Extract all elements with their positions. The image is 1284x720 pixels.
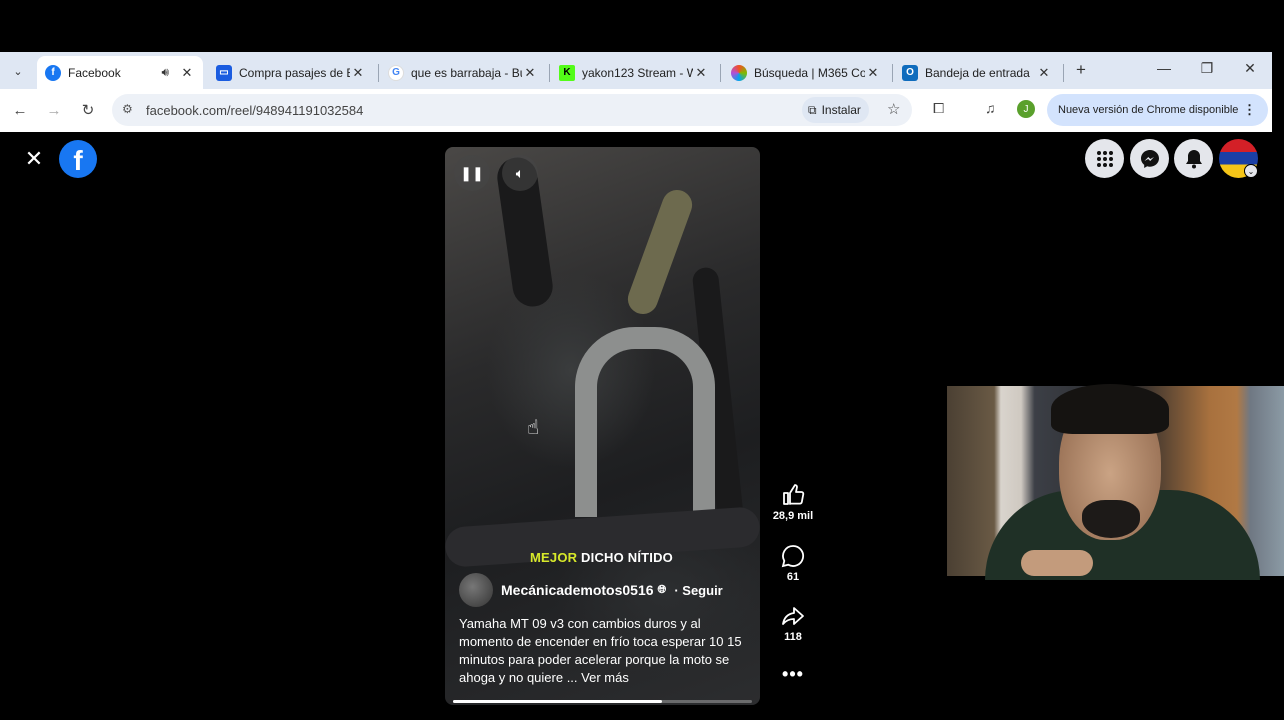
speaker-icon[interactable]: 🔊︎ xyxy=(161,65,169,80)
pause-icon[interactable]: ❚❚ xyxy=(454,155,490,191)
address-bar[interactable]: ⚙︎ facebook.com/reel/948941191032584 ⧉ I… xyxy=(112,94,912,126)
tab-separator xyxy=(892,64,893,82)
new-tab-plus-icon[interactable]: + xyxy=(1071,60,1091,80)
chrome-update-button[interactable]: Nueva versión de Chrome disponible ⋮ xyxy=(1047,94,1268,126)
facebook-logo-icon[interactable]: f xyxy=(59,140,97,178)
tab-title: Bandeja de entrada xyxy=(925,65,1030,80)
tab-close-icon[interactable]: ✕ xyxy=(350,65,366,81)
minimize-icon[interactable]: — xyxy=(1154,60,1174,76)
notifications-bell-icon[interactable] xyxy=(1174,139,1213,178)
screen-top-border xyxy=(0,0,1284,52)
media-controls-icon[interactable]: ♫ xyxy=(985,100,996,116)
see-more-link[interactable]: Ver más xyxy=(581,670,629,685)
bus-favicon-icon: ▭ xyxy=(216,64,232,81)
video-progress-fill xyxy=(453,700,663,703)
restore-icon[interactable]: ❐ xyxy=(1197,60,1217,77)
author-name[interactable]: Mecánicademotos0516 xyxy=(501,582,654,598)
kebab-menu-icon[interactable]: ⋮ xyxy=(1243,102,1256,118)
comment-button[interactable]: 61 xyxy=(766,543,820,583)
public-globe-icon: 🌐︎ xyxy=(657,583,667,596)
site-settings-icon[interactable]: ⚙︎ xyxy=(122,102,133,116)
window-close-icon[interactable]: ✕ xyxy=(1240,60,1260,77)
tab-m365-copilot[interactable]: Búsqueda | M365 Co ✕ xyxy=(723,56,889,89)
tab-google-search[interactable]: G que es barrabaja - Bu ✕ xyxy=(380,56,546,89)
share-button[interactable]: 118 xyxy=(766,603,820,643)
tab-separator xyxy=(720,64,721,82)
install-icon: ⧉ xyxy=(808,102,817,117)
tab-close-icon[interactable]: ✕ xyxy=(865,65,881,81)
like-button[interactable]: 28,9 mil xyxy=(766,482,820,522)
profile-avatar[interactable]: J xyxy=(1017,100,1035,118)
video-scene xyxy=(575,327,715,517)
reel-author: Mecánicademotos0516 🌐︎ · Seguir xyxy=(459,572,723,608)
tab-kick-stream[interactable]: K yakon123 Stream - W ✕ xyxy=(551,56,717,89)
webcam-person xyxy=(1082,500,1140,538)
tab-search-chevron-icon[interactable]: ⌄ xyxy=(8,61,28,81)
tab-close-icon[interactable]: ✕ xyxy=(522,65,538,81)
like-count: 28,9 mil xyxy=(772,510,814,522)
webcam-person xyxy=(1051,384,1169,434)
install-label: Instalar xyxy=(821,103,861,117)
tab-facebook[interactable]: f Facebook 🔊︎ ✕ xyxy=(37,56,203,89)
tab-separator xyxy=(378,64,379,82)
tab-title: Búsqueda | M365 Co xyxy=(754,65,865,80)
tab-title: Compra pasajes de B xyxy=(239,65,350,80)
comment-bubble-icon xyxy=(781,545,805,568)
thumbs-up-icon xyxy=(783,484,805,505)
hand-cursor-icon: ☝︎ xyxy=(527,417,540,439)
account-chevron-icon[interactable]: ⌄ xyxy=(1244,164,1258,178)
back-arrow-icon[interactable]: ← xyxy=(9,99,31,121)
update-label: Nueva versión de Chrome disponible xyxy=(1058,104,1239,116)
tab-separator xyxy=(549,64,550,82)
url-text[interactable]: facebook.com/reel/948941191032584 xyxy=(146,103,363,118)
menu-grid-icon[interactable] xyxy=(1085,139,1124,178)
comment-count: 61 xyxy=(786,571,800,583)
browser-toolbar: ← → ↻ ⚙︎ facebook.com/reel/9489411910325… xyxy=(0,89,1272,132)
tab-separator xyxy=(1063,64,1064,82)
google-favicon-icon: G xyxy=(388,64,404,81)
tab-outlook-inbox[interactable]: O Bandeja de entrada ✕ xyxy=(894,56,1060,89)
tab-strip: ⌄ f Facebook 🔊︎ ✕ ▭ Compra pasajes de B … xyxy=(0,52,1272,89)
kick-favicon-icon: K xyxy=(559,64,575,81)
share-count: 118 xyxy=(784,631,802,643)
browser-chrome: ⌄ f Facebook 🔊︎ ✕ ▭ Compra pasajes de B … xyxy=(0,52,1272,132)
forward-arrow-icon[interactable]: → xyxy=(43,99,65,121)
facebook-favicon-icon: f xyxy=(45,64,61,81)
messenger-icon[interactable] xyxy=(1130,139,1169,178)
reel-description: Yamaha MT 09 v3 con cambios duros y al m… xyxy=(459,615,749,687)
webcam-person xyxy=(1021,550,1093,576)
reel-overlay-caption: MEJOR DICHO NÍTIDO xyxy=(530,550,673,565)
close-reel-icon[interactable]: ✕ xyxy=(22,146,46,171)
reel-video[interactable]: ❚❚ 🔈︎ MEJOR DICHO NÍTIDO Mecánicademotos… xyxy=(445,147,760,705)
grid-dots-icon xyxy=(1096,150,1113,167)
bookmark-star-icon[interactable]: ☆ xyxy=(887,100,900,118)
extensions-puzzle-icon[interactable]: ⧠ xyxy=(933,100,944,117)
author-avatar[interactable] xyxy=(459,573,493,607)
tab-title: Facebook xyxy=(68,65,121,80)
bell-icon xyxy=(1185,149,1202,168)
tab-compra-pasajes[interactable]: ▭ Compra pasajes de B ✕ xyxy=(208,56,374,89)
volume-icon[interactable]: 🔈︎ xyxy=(502,155,538,191)
share-arrow-icon xyxy=(782,607,804,625)
install-app-button[interactable]: ⧉ Instalar xyxy=(802,97,869,123)
reload-icon[interactable]: ↻ xyxy=(77,99,99,121)
video-progress-bar[interactable] xyxy=(453,700,752,703)
more-options-icon[interactable]: ••• xyxy=(766,664,820,685)
follow-button[interactable]: · Seguir xyxy=(674,583,722,598)
outlook-favicon-icon: O xyxy=(902,64,918,81)
tab-close-icon[interactable]: ✕ xyxy=(693,65,709,81)
video-scene xyxy=(623,185,697,319)
tab-close-icon[interactable]: ✕ xyxy=(179,65,195,81)
tab-title: que es barrabaja - Bu xyxy=(411,65,522,80)
tab-title: yakon123 Stream - W xyxy=(582,65,693,80)
copilot-favicon-icon xyxy=(731,64,747,81)
tab-close-icon[interactable]: ✕ xyxy=(1036,65,1052,81)
messenger-bubble-icon xyxy=(1140,149,1159,168)
